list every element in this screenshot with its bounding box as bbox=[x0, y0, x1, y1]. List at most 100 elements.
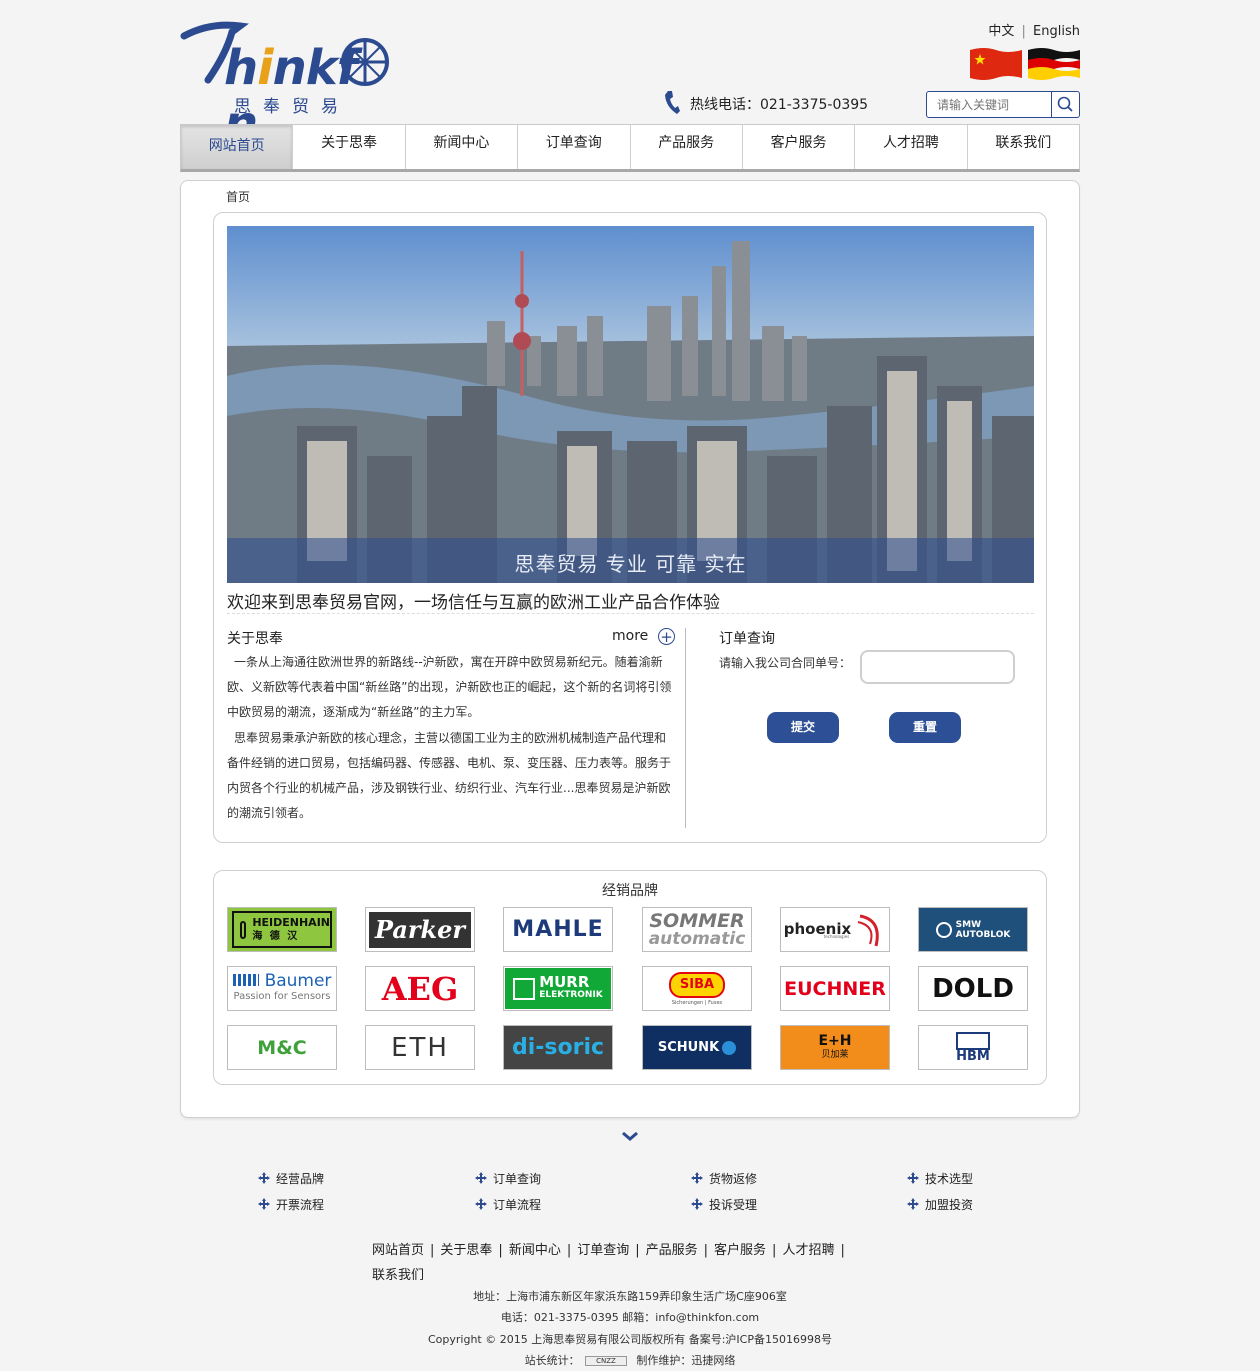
brand-siba[interactable]: SIBA Sicherungen | Fuses bbox=[642, 966, 752, 1011]
about-paragraph-2: 思奉贸易秉承沪新欧的核心理念，主营以德国工业为主的欧洲机械制造产品代理和备件经销… bbox=[227, 730, 672, 821]
submit-button[interactable]: 提交 bbox=[767, 712, 839, 743]
brand-name: SCHUNK bbox=[657, 1040, 720, 1055]
move-arrows-icon bbox=[691, 1172, 703, 1184]
brand-eth[interactable]: ETH bbox=[365, 1025, 475, 1070]
brand-murr[interactable]: MURR ELEKTRONIK bbox=[503, 966, 613, 1011]
brand-name: DOLD bbox=[932, 973, 1014, 1004]
nav-service[interactable]: 客户服务 bbox=[743, 125, 856, 169]
footer-link-selection[interactable]: 技术选型 bbox=[907, 1170, 973, 1187]
footer-link-label: 经营品牌 bbox=[276, 1172, 325, 1186]
footer-nav-products[interactable]: 产品服务 bbox=[646, 1243, 698, 1258]
breadcrumb: 首页 bbox=[226, 190, 251, 204]
nav-contact[interactable]: 联系我们 bbox=[968, 125, 1079, 169]
brand-heidenhain[interactable]: HEIDENHAIN 海 德 汉 bbox=[227, 907, 337, 952]
brand-name: SMW bbox=[955, 919, 982, 930]
nav-news[interactable]: 新闻中心 bbox=[406, 125, 519, 169]
footer-contact: 电话：021-3375-0395 邮箱：info@thinkfon.com bbox=[500, 1311, 760, 1324]
footer-link-label: 订单查询 bbox=[493, 1172, 542, 1186]
footer-copyright: Copyright © 2015 上海思奉贸易有限公司版权所有 备案号:沪ICP… bbox=[428, 1333, 832, 1346]
schunk-dot-icon bbox=[722, 1040, 737, 1055]
brand-smw-autoblok[interactable]: SMW AUTOBLOK bbox=[918, 907, 1028, 952]
brand-mahle[interactable]: MAHLE bbox=[503, 907, 613, 952]
germany-flag-icon[interactable] bbox=[1028, 48, 1080, 80]
plus-circle-icon[interactable]: + bbox=[658, 628, 675, 645]
brand-name: AEG bbox=[381, 969, 459, 1008]
order-title: 订单查询 bbox=[719, 631, 775, 647]
flag-links bbox=[968, 44, 1082, 84]
nav-order[interactable]: 订单查询 bbox=[518, 125, 631, 169]
footer-link-order-flow[interactable]: 订单流程 bbox=[475, 1196, 541, 1213]
separator: | bbox=[566, 1243, 572, 1258]
footer-nav-jobs[interactable]: 人才招聘 bbox=[782, 1243, 834, 1258]
brand-aeg[interactable]: AEG bbox=[365, 966, 475, 1011]
vertical-divider bbox=[685, 628, 686, 828]
lang-english-link[interactable]: English bbox=[1033, 24, 1080, 39]
brand-schunk[interactable]: SCHUNK bbox=[642, 1025, 752, 1070]
smw-circle-icon bbox=[935, 921, 952, 938]
footer-link-label: 货物返修 bbox=[709, 1172, 758, 1186]
logo-subtitle: 思奉贸易 bbox=[234, 97, 350, 117]
nav-about[interactable]: 关于思奉 bbox=[293, 125, 406, 169]
footer-link-invoice[interactable]: 开票流程 bbox=[258, 1196, 324, 1213]
brand-phoenix[interactable]: phoenix technologies bbox=[780, 907, 890, 952]
cnzz-badge[interactable]: CNZZ bbox=[585, 1356, 627, 1366]
brand-name: Parker bbox=[374, 915, 466, 944]
reset-button[interactable]: 重置 bbox=[889, 712, 961, 743]
search-button[interactable] bbox=[1051, 92, 1079, 117]
footer-link-brands[interactable]: 经营品牌 bbox=[258, 1170, 324, 1187]
baumer-stripes-icon bbox=[232, 973, 259, 986]
footer-nav-order[interactable]: 订单查询 bbox=[577, 1243, 629, 1258]
nav-jobs[interactable]: 人才招聘 bbox=[855, 125, 968, 169]
brand-name: E+H bbox=[818, 1032, 852, 1049]
footer-link-franchise[interactable]: 加盟投资 bbox=[907, 1196, 973, 1213]
brand-sub: 贝加莱 bbox=[821, 1049, 849, 1060]
china-flag-icon[interactable] bbox=[970, 48, 1022, 80]
footer-link-label: 技术选型 bbox=[925, 1172, 974, 1186]
brand-mc[interactable]: M&C bbox=[227, 1025, 337, 1070]
separator: | bbox=[703, 1243, 709, 1258]
brand-dold[interactable]: DOLD bbox=[918, 966, 1028, 1011]
brand-name: M&C bbox=[257, 1036, 307, 1059]
footer-nav-home[interactable]: 网站首页 bbox=[372, 1243, 424, 1258]
footer-link-repair[interactable]: 货物返修 bbox=[691, 1170, 757, 1187]
search-input[interactable] bbox=[927, 92, 1051, 117]
banner-image: 思奉贸易 专业 可靠 实在 bbox=[227, 226, 1034, 583]
brand-br-eh[interactable]: E+H 贝加莱 bbox=[780, 1025, 890, 1070]
footer-nav: 网站首页 | 关于思奉 | 新闻中心 | 订单查询 | 产品服务 | 客户服务 | 人才招聘 | 联系我们 bbox=[372, 1238, 852, 1288]
phoenix-swoosh-icon bbox=[857, 914, 879, 946]
nav-home[interactable]: 网站首页 bbox=[181, 125, 294, 169]
footer-link-label: 开票流程 bbox=[276, 1198, 325, 1212]
brand-sub: Passion for Sensors bbox=[233, 990, 331, 1002]
footer-nav-news[interactable]: 新闻中心 bbox=[509, 1243, 561, 1258]
move-arrows-icon bbox=[475, 1172, 487, 1184]
separator: | bbox=[430, 1243, 435, 1258]
nav-products[interactable]: 产品服务 bbox=[631, 125, 743, 169]
footer-link-label: 加盟投资 bbox=[925, 1198, 974, 1212]
footer-nav-contact[interactable]: 联系我们 bbox=[372, 1268, 424, 1283]
separator: | bbox=[635, 1243, 640, 1258]
brand-name: HEIDENHAIN bbox=[252, 915, 330, 929]
brand-name: MURR bbox=[539, 972, 590, 991]
brand-baumer[interactable]: Baumer Passion for Sensors bbox=[227, 966, 337, 1011]
brand-sommer[interactable]: SOMMER automatic bbox=[642, 907, 752, 952]
about-text: 一条从上海通往欧洲世界的新路线--沪新欧，寓在开辟中欧贸易新纪元。随着渝新欧、义… bbox=[227, 650, 677, 826]
footer-link-order[interactable]: 订单查询 bbox=[475, 1170, 541, 1187]
brand-sub: technologies bbox=[823, 933, 850, 939]
chevron-down-icon[interactable] bbox=[620, 1128, 640, 1142]
site-logo[interactable]: hinkfn 思奉贸易 bbox=[180, 14, 420, 152]
contract-number-input[interactable] bbox=[860, 650, 1015, 684]
brand-parker[interactable]: Parker bbox=[365, 907, 475, 952]
about-more-link[interactable]: more bbox=[612, 628, 648, 644]
lang-separator: | bbox=[1021, 24, 1026, 39]
brand-euchner[interactable]: EUCHNER bbox=[780, 966, 890, 1011]
lang-chinese-link[interactable]: 中文 bbox=[988, 24, 1014, 39]
banner-caption: 思奉贸易 专业 可靠 实在 bbox=[514, 552, 747, 576]
move-arrows-icon bbox=[258, 1198, 270, 1210]
footer-nav-about[interactable]: 关于思奉 bbox=[440, 1243, 492, 1258]
brand-di-soric[interactable]: di-soric bbox=[503, 1025, 613, 1070]
brand-hbm[interactable]: HBM bbox=[918, 1025, 1028, 1070]
footer-link-complaints[interactable]: 投诉受理 bbox=[691, 1196, 757, 1213]
hbm-box-icon bbox=[956, 1031, 990, 1050]
move-arrows-icon bbox=[475, 1198, 487, 1210]
footer-nav-service[interactable]: 客户服务 bbox=[714, 1243, 766, 1258]
